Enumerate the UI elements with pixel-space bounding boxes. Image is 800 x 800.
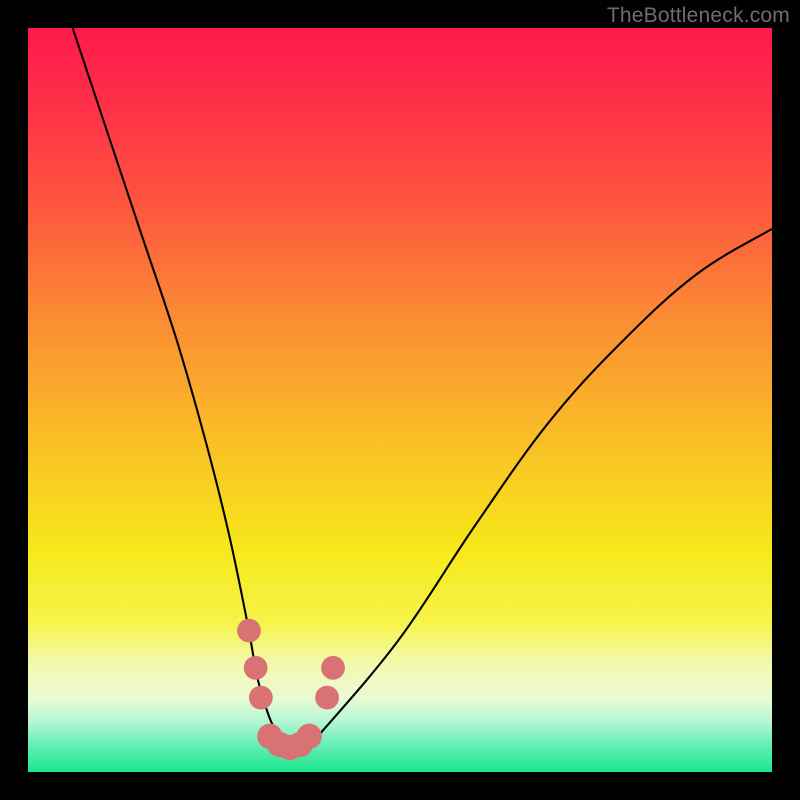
marker-group xyxy=(237,619,345,760)
curve-marker xyxy=(315,686,339,710)
curve-marker xyxy=(244,656,268,680)
curve-marker xyxy=(297,724,322,749)
chart-plot-area xyxy=(28,28,772,772)
bottleneck-curve xyxy=(73,28,772,753)
curve-marker xyxy=(321,656,345,680)
chart-frame: TheBottleneck.com xyxy=(0,0,800,800)
curve-marker xyxy=(249,686,273,710)
chart-svg xyxy=(28,28,772,772)
watermark-text: TheBottleneck.com xyxy=(607,4,790,28)
curve-marker xyxy=(237,619,261,643)
